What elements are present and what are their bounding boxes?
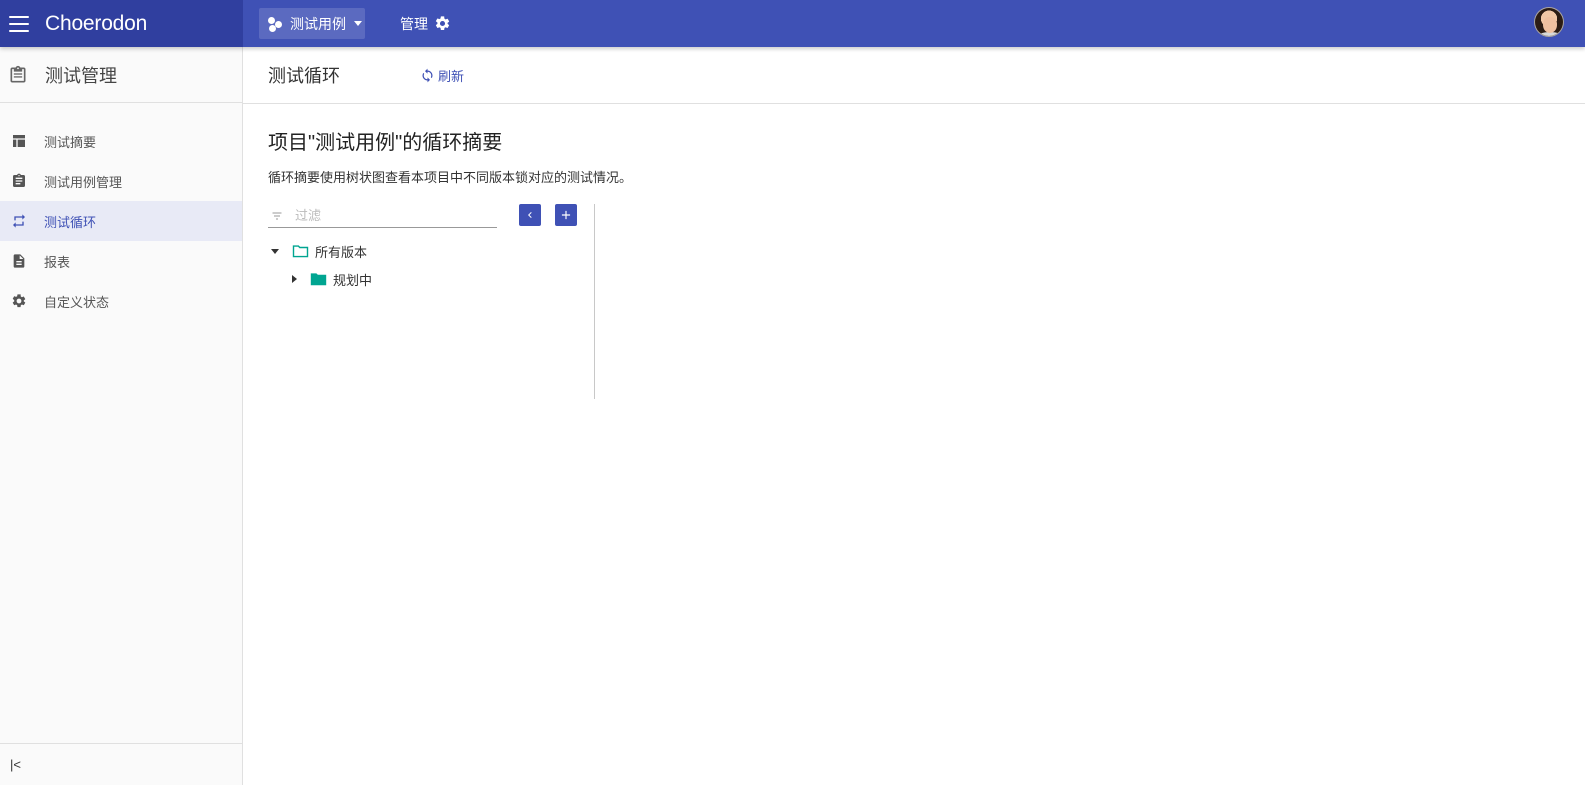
folder-icon — [310, 273, 327, 286]
document-icon — [13, 254, 25, 268]
filter-input[interactable] — [293, 207, 483, 224]
project-name: 测试用例 — [290, 15, 346, 32]
table-icon — [13, 135, 25, 147]
sidebar-item-label: 测试摘要 — [44, 134, 97, 150]
gear-icon — [12, 294, 26, 308]
refresh-icon — [422, 68, 433, 82]
manage-label: 管理 — [400, 15, 428, 32]
caret-right-icon[interactable] — [292, 275, 297, 283]
collapse-icon: |< — [10, 757, 21, 772]
main-content: 测试循环 刷新 项目"测试用例"的循环摘要 循环摘要使用树状图查看本项目中不同版… — [243, 47, 1585, 785]
clipboard-icon — [13, 173, 25, 187]
gear-icon — [435, 16, 450, 31]
sidebar-nav: 测试摘要 测试用例管理 测试循环 报表 自定义状态 — [0, 103, 242, 321]
sidebar-item-report[interactable]: 报表 — [0, 241, 242, 281]
folder-open-icon — [292, 245, 309, 258]
clipboard-icon — [10, 65, 26, 82]
sidebar-item-label: 测试用例管理 — [44, 174, 123, 190]
chevron-down-icon — [354, 21, 362, 26]
tree-node-label: 所有版本 — [315, 244, 368, 260]
sidebar-item-test-cycle[interactable]: 测试循环 — [0, 201, 242, 241]
page-header: 测试循环 刷新 — [243, 47, 1585, 104]
refresh-label: 刷新 — [438, 68, 465, 84]
sidebar: 测试管理 测试摘要 测试用例管理 测试循环 报表 自定义状态 |< — [0, 47, 243, 785]
content-area: 项目"测试用例"的循环摘要 循环摘要使用树状图查看本项目中不同版本锁对应的测试情… — [243, 104, 1585, 208]
plus-icon — [561, 210, 571, 220]
content-title: 项目"测试用例"的循环摘要 — [268, 132, 503, 154]
sidebar-item-test-summary[interactable]: 测试摘要 — [0, 121, 242, 161]
filter-icon — [272, 212, 282, 219]
version-tree: 所有版本 规划中 — [268, 237, 372, 293]
project-icon — [268, 16, 284, 32]
top-app-bar: Choerodon 测试用例 管理 — [0, 0, 1585, 47]
tree-node-label: 规划中 — [333, 272, 373, 288]
tree-node-all-versions[interactable]: 所有版本 — [268, 237, 372, 265]
sidebar-item-test-case-management[interactable]: 测试用例管理 — [0, 161, 242, 201]
manage-button[interactable]: 管理 — [400, 0, 451, 47]
repeat-icon — [13, 214, 25, 228]
sidebar-item-label: 自定义状态 — [44, 294, 110, 310]
brand-name[interactable]: Choerodon — [45, 12, 147, 36]
sidebar-collapse-button[interactable]: |< — [0, 743, 242, 785]
content-description: 循环摘要使用树状图查看本项目中不同版本锁对应的测试情况。 — [268, 170, 633, 185]
page-title: 测试循环 — [268, 66, 340, 86]
project-selector[interactable]: 测试用例 — [259, 8, 365, 39]
menu-icon[interactable] — [9, 15, 29, 32]
caret-down-icon[interactable] — [271, 248, 279, 254]
refresh-button[interactable]: 刷新 — [420, 66, 464, 85]
sidebar-item-custom-status[interactable]: 自定义状态 — [0, 281, 242, 321]
sidebar-title: 测试管理 — [45, 65, 117, 86]
tree-panel: 所有版本 规划中 — [268, 204, 595, 399]
collapse-tree-button[interactable] — [519, 204, 541, 226]
brand-area: Choerodon — [0, 0, 243, 47]
add-cycle-button[interactable] — [555, 204, 577, 226]
filter-field — [268, 204, 497, 228]
sidebar-item-label: 测试循环 — [44, 214, 97, 230]
tree-node-planning[interactable]: 规划中 — [268, 265, 372, 293]
sidebar-item-label: 报表 — [44, 254, 71, 270]
chevron-left-icon — [528, 212, 532, 218]
sidebar-header: 测试管理 — [0, 47, 242, 103]
avatar[interactable] — [1534, 7, 1564, 37]
